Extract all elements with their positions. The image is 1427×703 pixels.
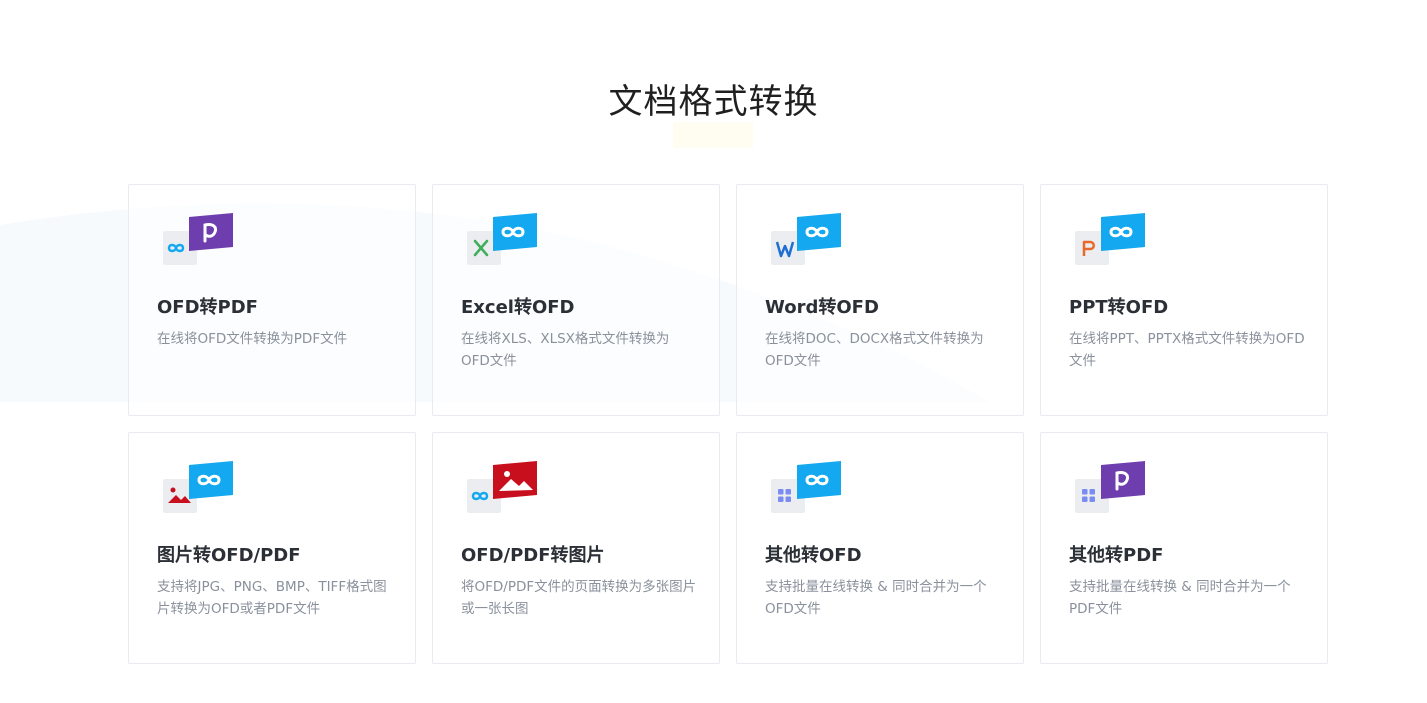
other-to-pdf-icon [1075, 461, 1145, 513]
card-ofd-to-pdf[interactable]: OFD转PDF 在线将OFD文件转换为PDF文件 [128, 184, 416, 416]
card-title: 其他转PDF [1069, 545, 1164, 566]
card-title: OFD/PDF转图片 [461, 545, 605, 566]
card-description: 在线将PPT、PPTX格式文件转换为OFD文件 [1069, 331, 1305, 369]
card-description: 在线将OFD文件转换为PDF文件 [157, 331, 348, 347]
excel-to-ofd-icon [467, 213, 537, 265]
page-title: 文档格式转换 [608, 82, 819, 122]
card-description: 支持批量在线转换 & 同时合并为一个PDF文件 [1069, 579, 1291, 617]
card-description: 在线将DOC、DOCX格式文件转换为OFD文件 [765, 331, 984, 369]
word-to-ofd-icon [771, 213, 841, 265]
card-title: 图片转OFD/PDF [157, 545, 301, 566]
pdf-icon [1101, 461, 1145, 499]
card-title: PPT转OFD [1069, 297, 1169, 318]
card-title: OFD转PDF [157, 297, 258, 318]
ofd-icon [797, 213, 841, 251]
ofd-icon [493, 213, 537, 251]
card-title: Excel转OFD [461, 297, 575, 318]
card-excel-to-ofd[interactable]: Excel转OFD 在线将XLS、XLSX格式文件转换为OFD文件 [432, 184, 720, 416]
title-accent [673, 122, 753, 148]
card-word-to-ofd[interactable]: Word转OFD 在线将DOC、DOCX格式文件转换为OFD文件 [736, 184, 1024, 416]
card-description: 将OFD/PDF文件的页面转换为多张图片或一张长图 [461, 579, 697, 617]
card-other-to-pdf[interactable]: 其他转PDF 支持批量在线转换 & 同时合并为一个PDF文件 [1040, 432, 1328, 664]
ofd-icon [797, 461, 841, 499]
card-image-to-ofd-pdf[interactable]: 图片转OFD/PDF 支持将JPG、PNG、BMP、TIFF格式图片转换为OFD… [128, 432, 416, 664]
ofd-to-pdf-icon [163, 213, 233, 265]
ofd-to-image-icon [467, 461, 537, 513]
ofd-icon [1101, 213, 1145, 251]
card-title: 其他转OFD [765, 545, 862, 566]
card-title: Word转OFD [765, 297, 879, 318]
image-to-ofd-icon [163, 461, 233, 513]
other-to-ofd-icon [771, 461, 841, 513]
ofd-icon [189, 461, 233, 499]
card-other-to-ofd[interactable]: 其他转OFD 支持批量在线转换 & 同时合并为一个OFD文件 [736, 432, 1024, 664]
card-ppt-to-ofd[interactable]: PPT转OFD 在线将PPT、PPTX格式文件转换为OFD文件 [1040, 184, 1328, 416]
card-description: 在线将XLS、XLSX格式文件转换为OFD文件 [461, 331, 670, 369]
pdf-icon [189, 213, 233, 251]
ppt-to-ofd-icon [1075, 213, 1145, 265]
card-description: 支持将JPG、PNG、BMP、TIFF格式图片转换为OFD或者PDF文件 [157, 579, 387, 617]
conversion-grid: OFD转PDF 在线将OFD文件转换为PDF文件 Excel转OFD 在线将XL… [128, 184, 1328, 664]
image-icon [493, 461, 537, 499]
format-conversion-page: 文档格式转换 OFD转PDF 在线将OFD文件转换为PDF文件 Excel转OF… [0, 0, 1427, 703]
card-description: 支持批量在线转换 & 同时合并为一个OFD文件 [765, 579, 987, 617]
card-ofd-pdf-to-image[interactable]: OFD/PDF转图片 将OFD/PDF文件的页面转换为多张图片或一张长图 [432, 432, 720, 664]
